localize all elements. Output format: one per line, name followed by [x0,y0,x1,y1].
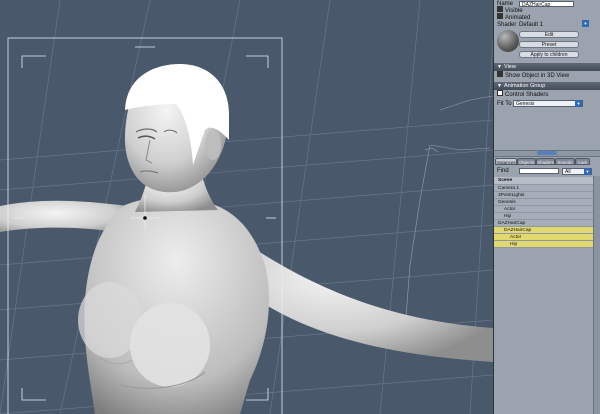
scene-item-label: Hip [510,242,518,247]
scene-item-label: Actor [504,207,516,212]
control-shaders-row[interactable]: Control Shaders [497,90,549,99]
tab-sounds[interactable]: Sounds [555,158,575,165]
edit-button[interactable]: Edit [519,31,579,38]
viewport-scene [0,0,493,414]
animated-checkbox[interactable] [497,13,503,20]
show-in-3d-label: Show Object in 3D View [505,73,570,79]
find-label: Find [497,168,509,174]
scene-item[interactable]: DAZHairCap [494,227,593,234]
scene-item[interactable]: Actor [494,234,593,241]
scene-item-label: DAZHairCap [504,228,532,233]
tab-objects[interactable]: Objects [517,158,536,165]
visible-checkbox[interactable] [497,6,503,13]
chevron-down-icon: ▼ [584,168,591,175]
tab-cam[interactable]: Cam [575,158,590,165]
scene-item[interactable]: Hip [494,213,593,220]
right-arm [230,232,493,362]
find-filter-value: All [565,169,571,175]
scene-item-label: Actor [510,235,522,240]
preset-button[interactable]: Preset [519,41,579,48]
view-section-header[interactable]: ▼ View [494,63,600,71]
scene-item-label: 3PointLights [498,193,525,198]
scene-item[interactable]: 3PointLights [494,192,593,199]
collapse-triangle-icon: ▼ [497,64,502,70]
shader-label: Shader [497,22,517,28]
fit-to-dropdown[interactable]: Genesis ▼ [513,100,583,107]
animation-group-header[interactable]: ▼ Animation Group [494,82,600,90]
show-in-3d-checkbox[interactable] [497,71,503,78]
library-tabs: Instances Objects Shaders Sounds Cam [494,158,600,165]
scene-item[interactable]: Hip [494,241,593,248]
shader-value: Default 1 [519,22,544,28]
panel-splitter[interactable] [494,150,600,157]
scene-header: Scene [494,177,593,185]
control-shaders-label: Control Shaders [505,92,549,98]
view-section-title: View [504,64,516,70]
app-window: Name DAZHairCap Visible Animated Shader … [0,0,600,414]
chest-right [130,303,210,387]
name-field[interactable]: DAZHairCap [519,1,574,8]
ear [205,130,221,160]
scene-item-label: Hip [504,214,512,219]
show-in-3d-row[interactable]: Show Object in 3D View [497,71,570,80]
scene-item-label: DAZHairCap [498,221,526,226]
scene-item-label: Genesis [498,200,516,205]
find-input[interactable] [519,168,559,174]
animation-group-title: Animation Group [504,83,546,89]
shader-preview-sphere [497,30,519,52]
fit-to-label: Fit To [497,101,512,107]
find-filter-dropdown[interactable]: All ▼ [562,168,592,175]
scene-item-label: Camera 1 [498,186,520,191]
bone-wireframe [404,95,493,331]
properties-panel: Name DAZHairCap Visible Animated Shader … [493,0,600,414]
scene-scrollbar[interactable] [593,176,600,414]
3d-viewport[interactable] [0,0,493,414]
scene-item[interactable]: Actor [494,206,593,213]
scene-item[interactable]: Genesis [494,199,593,206]
control-shaders-checkbox[interactable] [497,90,503,97]
splitter-grip[interactable] [537,151,557,155]
collapse-triangle-icon: ▼ [497,83,502,89]
tab-instances[interactable]: Instances [495,158,517,165]
tab-shaders[interactable]: Shaders [536,158,555,165]
chevron-down-icon: ▼ [575,100,582,107]
fit-to-value: Genesis [516,101,535,107]
scene-item[interactable]: Camera 1 [494,185,593,192]
pivot-point [143,216,147,220]
shader-dropdown[interactable]: ▼ [580,20,589,28]
apply-to-children-button[interactable]: Apply to children [519,51,579,58]
chevron-down-icon: ▼ [582,20,589,27]
scene-item[interactable]: DAZHairCap [494,220,593,227]
